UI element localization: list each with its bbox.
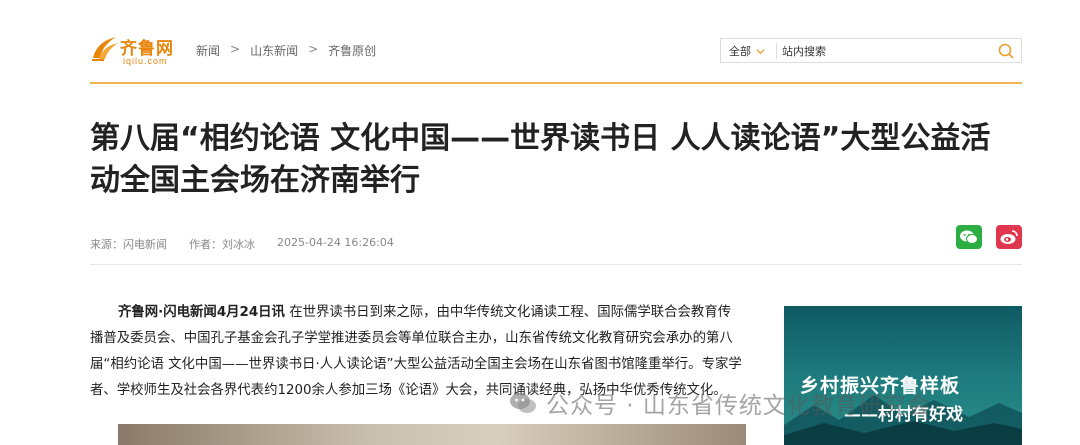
breadcrumb-separator: >: [308, 42, 319, 56]
wechat-watermark: 公众号 · 山东省传统文化教育研究会: [508, 386, 931, 420]
article-author: 作者：刘冰冰: [189, 238, 255, 251]
share-weibo-button[interactable]: [996, 225, 1022, 249]
search-input[interactable]: [782, 42, 992, 60]
search-icon[interactable]: [997, 42, 1015, 60]
logo-domain: iqilu.com: [123, 56, 168, 66]
side-banner-ad[interactable]: 乡村振兴齐鲁样板 ——村村有好戏: [784, 306, 1022, 445]
watermark-text: 公众号 · 山东省传统文化教育研究会: [546, 393, 931, 419]
wechat-icon: [510, 393, 536, 413]
breadcrumb-shandong-news[interactable]: 山东新闻: [250, 42, 298, 59]
article-photo: [118, 424, 746, 445]
article-datetime: 2025-04-24 16:26:04: [277, 236, 394, 249]
breadcrumb-news[interactable]: 新闻: [196, 42, 220, 59]
site-logo[interactable]: 齐鲁网 iqilu.com: [90, 32, 182, 68]
search-box: 全部: [720, 38, 1022, 63]
search-scope-label: 全部: [729, 45, 751, 58]
header-divider: [90, 82, 1022, 84]
meta-divider: [90, 264, 1022, 265]
wechat-icon: [960, 230, 978, 244]
logo-mark-icon: [92, 37, 118, 61]
weibo-icon: [1000, 230, 1018, 244]
breadcrumb-qilu-original[interactable]: 齐鲁原创: [328, 42, 376, 59]
share-wechat-button[interactable]: [956, 225, 982, 249]
site-header: 齐鲁网 iqilu.com 新闻 > 山东新闻 > 齐鲁原创 全部: [90, 28, 1022, 72]
article-title: 第八届“相约论语 文化中国——世界读书日 人人读论语”大型公益活动全国主会场在济…: [90, 121, 991, 198]
search-scope-select[interactable]: 全部: [729, 43, 765, 59]
article-meta: 来源：闪电新闻 作者：刘冰冰 2025-04-24 16:26:04: [90, 236, 394, 252]
breadcrumb: 新闻 > 山东新闻 > 齐鲁原创: [196, 42, 376, 59]
breadcrumb-separator: >: [230, 42, 241, 56]
article-source: 来源：闪电新闻: [90, 238, 167, 251]
article-lead: 齐鲁网·闪电新闻4月24日讯: [118, 305, 285, 320]
chevron-down-icon: [756, 48, 765, 54]
search-divider: [776, 43, 777, 59]
